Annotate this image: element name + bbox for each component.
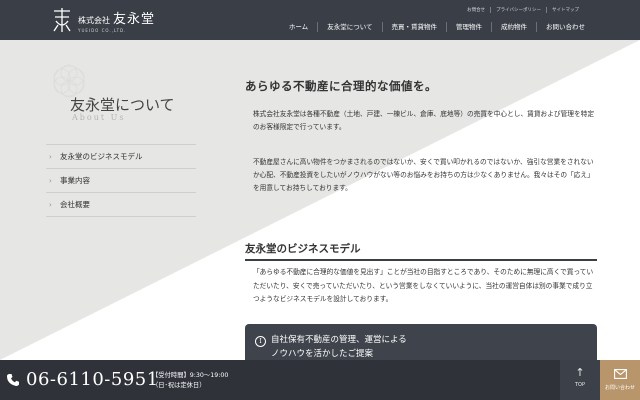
sidebar-item-company[interactable]: › 会社概要: [46, 193, 196, 217]
logo-name: 友永堂: [113, 11, 156, 27]
sidebar-subtitle: About Us: [72, 113, 126, 122]
nav-contact[interactable]: お問い合わせ: [536, 22, 594, 32]
contact-button[interactable]: お問い合わせ: [600, 360, 640, 400]
feature-line-1: 自社保有不動産の管理、運営による: [271, 335, 407, 345]
concern-paragraph: 不動産屋さんに高い物件をつかまされるのではないか、安くで買い叩かれるのではないか…: [253, 158, 594, 192]
nav-about[interactable]: 友永堂について: [317, 22, 381, 32]
site-logo[interactable]: 株式会社 友永堂 YUEIDO CO.,LTD.: [52, 7, 155, 33]
emblem-icon: [53, 64, 85, 98]
phone-link[interactable]: 06-6110-5951: [6, 369, 159, 390]
hours-line-1: 【受付時間】9:30～19:00: [152, 372, 229, 379]
back-to-top-button[interactable]: ↑ TOP: [560, 360, 600, 400]
business-model-paragraph: 「あらゆる不動産に合理的な価値を見出す」ことが当社の目指すところであり、そのため…: [253, 268, 594, 303]
top-label: TOP: [574, 382, 585, 388]
roman-numeral-icon: Ⅰ: [255, 336, 266, 347]
sidebar-item-label: 事業内容: [60, 176, 90, 185]
util-link-privacy[interactable]: プライバシーポリシー: [490, 7, 546, 13]
utility-links: お問合せ プライバシーポリシー サイトマップ: [462, 7, 584, 13]
feature-line-2: ノウハウを活かしたご提案: [271, 349, 374, 359]
section-title: 友永堂のビジネスモデル: [245, 241, 597, 261]
nav-managed[interactable]: 管理物件: [446, 22, 491, 32]
footer-bar: 06-6110-5951 【受付時間】9:30～19:00 （日･祝は定休日） …: [0, 360, 640, 400]
business-hours: 【受付時間】9:30～19:00 （日･祝は定休日）: [152, 371, 228, 391]
intro-paragraph: 株式会社友永堂は各種不動産（土地、戸建、一棟ビル、倉庫、底地等）の売買を中心とし…: [253, 110, 595, 131]
sidebar-item-label: 会社概要: [60, 200, 90, 209]
main-nav: ホーム 友永堂について 売買・賃貸物件 管理物件 成約物件 お問い合わせ: [280, 22, 594, 32]
sidebar-item-business[interactable]: › 事業内容: [46, 169, 196, 193]
logo-subtitle: YUEIDO CO.,LTD.: [78, 27, 127, 33]
chevron-right-icon: ›: [49, 177, 52, 185]
contact-label: お問い合わせ: [604, 385, 635, 391]
site-header: 株式会社 友永堂 YUEIDO CO.,LTD. お問合せ プライバシーポリシー…: [0, 0, 640, 40]
arrow-up-icon: ↑: [575, 366, 585, 379]
nav-properties[interactable]: 売買・賃貸物件: [381, 22, 447, 32]
util-link-contact[interactable]: お問合せ: [462, 7, 490, 13]
sidebar-title: 友永堂について: [70, 96, 175, 114]
main-content: あらゆる不動産に合理的な価値を。 株式会社友永堂は各種不動産（土地、戸建、一棟ビ…: [245, 78, 597, 374]
logo-mark-icon: [53, 8, 71, 32]
phone-number: 06-6110-5951: [26, 369, 159, 390]
mail-icon: [613, 369, 627, 379]
hours-line-2: （日･祝は定休日）: [152, 382, 206, 389]
chevron-right-icon: ›: [49, 153, 52, 161]
nav-closed[interactable]: 成約物件: [491, 22, 536, 32]
logo-company: 株式会社: [78, 15, 110, 25]
chevron-right-icon: ›: [49, 201, 52, 209]
sidebar-list: › 友永堂のビジネスモデル › 事業内容 › 会社概要: [46, 144, 196, 217]
page-heading: あらゆる不動産に合理的な価値を。: [245, 79, 437, 93]
sidebar-item-label: 友永堂のビジネスモデル: [60, 152, 143, 161]
phone-icon: [7, 373, 19, 386]
nav-home[interactable]: ホーム: [280, 22, 317, 32]
sidebar-item-business-model[interactable]: › 友永堂のビジネスモデル: [46, 145, 196, 169]
util-link-sitemap[interactable]: サイトマップ: [546, 7, 584, 13]
